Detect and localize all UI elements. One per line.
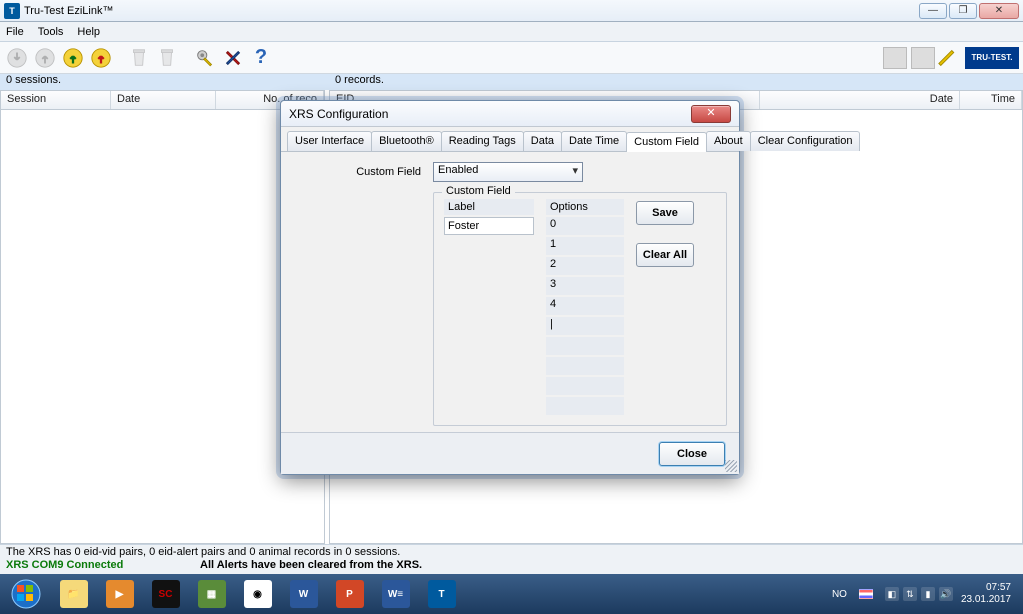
col-date[interactable]: Date <box>111 91 216 109</box>
records-count: 0 records. <box>325 74 1023 90</box>
group-title: Custom Field <box>442 185 515 197</box>
dialog-body: Custom Field Enabled Custom Field Label … <box>281 152 739 430</box>
tb-minecraft[interactable]: ▦ <box>189 576 234 612</box>
option-3[interactable]: 3 <box>546 277 624 295</box>
dialog-titlebar[interactable]: XRS Configuration ✕ <box>281 101 739 127</box>
tb-ezilink[interactable]: T <box>419 576 464 612</box>
tools-cross-icon[interactable] <box>220 45 246 71</box>
option-1[interactable]: 1 <box>546 237 624 255</box>
tb-explorer[interactable]: 📁 <box>51 576 96 612</box>
custom-field-label: Custom Field <box>293 166 433 178</box>
col-time[interactable]: Time <box>960 91 1022 109</box>
menu-tools[interactable]: Tools <box>38 26 64 38</box>
window-close-button[interactable]: ✕ <box>979 3 1019 19</box>
upload-red-icon[interactable] <box>88 45 114 71</box>
tab-clear-config[interactable]: Clear Configuration <box>750 131 861 151</box>
custom-field-select[interactable]: Enabled <box>433 162 583 182</box>
dialog-tabstrip: User Interface Bluetooth® Reading Tags D… <box>281 127 739 152</box>
sessions-grid-body[interactable] <box>1 110 324 543</box>
option-2[interactable]: 2 <box>546 257 624 275</box>
upload-grey-icon[interactable] <box>32 45 58 71</box>
device1-icon <box>883 47 907 69</box>
option-4[interactable]: 4 <box>546 297 624 315</box>
tb-word[interactable]: W <box>281 576 326 612</box>
tray-network-icon[interactable]: ▮ <box>921 587 935 601</box>
option-7[interactable] <box>546 357 624 375</box>
tray-icon-2[interactable]: ⇅ <box>903 587 917 601</box>
tb-word-open[interactable]: W≡ <box>373 576 418 612</box>
resize-grip[interactable] <box>725 460 737 472</box>
tray-volume-icon[interactable]: 🔊 <box>939 587 953 601</box>
device2-icon <box>911 47 935 69</box>
sessions-header: Session Date No. of reco <box>1 91 324 110</box>
window-minimize-button[interactable]: — <box>919 3 947 19</box>
window-title: Tru-Test EziLink™ <box>24 5 113 17</box>
label-input[interactable] <box>444 217 534 235</box>
col-session[interactable]: Session <box>1 91 111 109</box>
close-button[interactable]: Close <box>659 442 725 466</box>
save-button[interactable]: Save <box>636 201 694 225</box>
brand-logo: TRU-TEST. <box>965 47 1019 69</box>
dialog-close-button[interactable]: ✕ <box>691 105 731 123</box>
option-8[interactable] <box>546 377 624 395</box>
tab-data[interactable]: Data <box>523 131 562 151</box>
download-grey-icon[interactable] <box>4 45 30 71</box>
flag-icon[interactable] <box>859 589 873 599</box>
option-6[interactable] <box>546 337 624 355</box>
tab-bluetooth[interactable]: Bluetooth® <box>371 131 442 151</box>
tab-custom-field[interactable]: Custom Field <box>626 132 707 152</box>
status-row: 0 sessions. 0 records. <box>0 74 1023 90</box>
dialog-title: XRS Configuration <box>289 107 691 121</box>
option-0[interactable]: 0 <box>546 217 624 235</box>
tray-lang[interactable]: NO <box>832 589 847 600</box>
tab-about[interactable]: About <box>706 131 751 151</box>
hdr-options: Options <box>546 199 624 215</box>
trash2-icon[interactable] <box>154 45 180 71</box>
option-5[interactable]: | <box>546 317 624 335</box>
tb-sc[interactable]: SC <box>143 576 188 612</box>
option-9[interactable] <box>546 397 624 415</box>
window-maximize-button[interactable]: ❐ <box>949 3 977 19</box>
summary-text: The XRS has 0 eid-vid pairs, 0 eid-alert… <box>0 545 1023 559</box>
gear-wand-icon[interactable] <box>192 45 218 71</box>
hdr-label: Label <box>444 199 534 215</box>
app-icon: T <box>4 3 20 19</box>
tb-powerpoint[interactable]: P <box>327 576 372 612</box>
start-button[interactable] <box>2 576 50 612</box>
xrs-config-dialog: XRS Configuration ✕ User Interface Bluet… <box>280 100 740 475</box>
menu-help[interactable]: Help <box>77 26 100 38</box>
main-titlebar: T Tru-Test EziLink™ — ❐ ✕ <box>0 0 1023 22</box>
sessions-pane: Session Date No. of reco <box>0 90 325 544</box>
toolbar: ? TRU-TEST. <box>0 42 1023 74</box>
taskbar: 📁 ▶ SC ▦ ◉ W P W≡ T NO ◧ ⇅ ▮ 🔊 07:57 23.… <box>0 574 1023 614</box>
tray-icon-1[interactable]: ◧ <box>885 587 899 601</box>
connection-status: XRS COM9 Connected <box>0 559 200 571</box>
custom-field-group: Custom Field Label Options 0 1 2 3 4 | <box>433 192 727 426</box>
tab-user-interface[interactable]: User Interface <box>287 131 372 151</box>
menu-file[interactable]: File <box>6 26 24 38</box>
help-icon[interactable]: ? <box>248 45 274 71</box>
tb-media[interactable]: ▶ <box>97 576 142 612</box>
clear-all-button[interactable]: Clear All <box>636 243 694 267</box>
tb-chrome[interactable]: ◉ <box>235 576 280 612</box>
tab-date-time[interactable]: Date Time <box>561 131 627 151</box>
alert-status: All Alerts have been cleared from the XR… <box>200 559 422 571</box>
menubar: File Tools Help <box>0 22 1023 42</box>
tray-clock[interactable]: 07:57 23.01.2017 <box>957 582 1015 606</box>
dialog-footer: Close <box>281 432 739 474</box>
trash1-icon[interactable] <box>126 45 152 71</box>
tab-reading-tags[interactable]: Reading Tags <box>441 131 524 151</box>
upload-green-icon[interactable] <box>60 45 86 71</box>
stick-reader-icon <box>937 47 959 69</box>
sessions-count: 0 sessions. <box>0 74 325 90</box>
bottom-status: The XRS has 0 eid-vid pairs, 0 eid-alert… <box>0 544 1023 574</box>
col-date2[interactable]: Date <box>760 91 960 109</box>
system-tray: NO ◧ ⇅ ▮ 🔊 07:57 23.01.2017 <box>832 582 1021 606</box>
